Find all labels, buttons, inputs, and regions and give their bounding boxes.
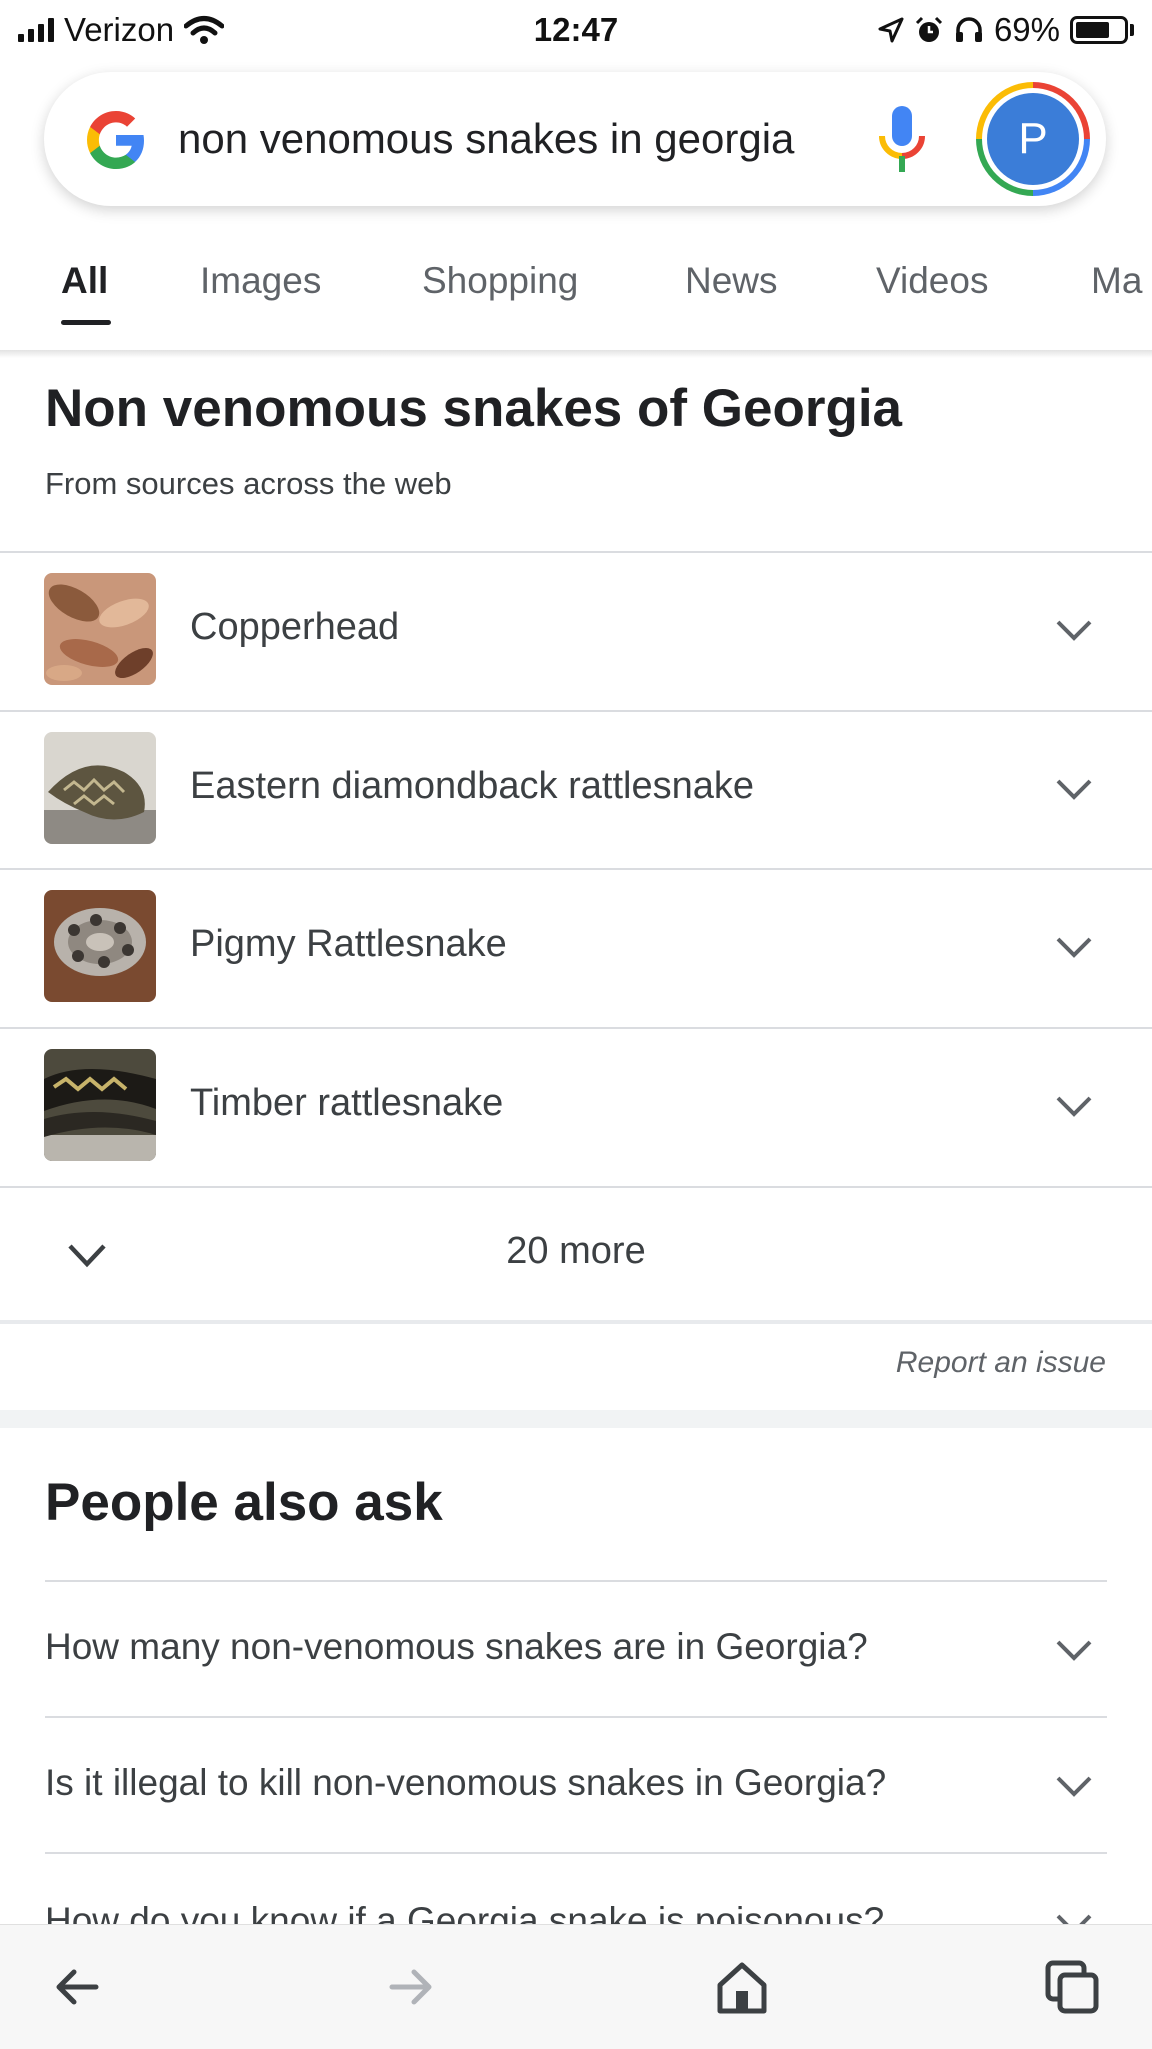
divider <box>0 1320 1152 1324</box>
forward-arrow-icon[interactable] <box>382 1959 438 2015</box>
tabs-icon[interactable] <box>1044 1959 1100 2015</box>
tab-videos[interactable]: Videos <box>876 260 988 302</box>
tab-images[interactable]: Images <box>200 260 321 302</box>
headphones-icon <box>955 17 982 42</box>
section-separator <box>0 1410 1152 1428</box>
show-more-button[interactable]: 20 more <box>0 1188 1152 1320</box>
list-subtitle: From sources across the web <box>45 466 452 501</box>
account-avatar[interactable]: P <box>976 82 1090 196</box>
tab-all[interactable]: All <box>61 260 108 302</box>
list-item-label: Pigmy Rattlesnake <box>190 923 507 965</box>
chevron-down-icon <box>1056 620 1092 641</box>
alarm-icon <box>915 16 942 42</box>
copperhead-thumbnail <box>44 573 156 685</box>
paa-question-text: Is it illegal to kill non-venomous snake… <box>45 1762 887 1803</box>
list-item-pigmy-rattlesnake[interactable]: Pigmy Rattlesnake <box>0 869 1152 1027</box>
mic-icon[interactable] <box>874 104 930 176</box>
list-item-copperhead[interactable]: Copperhead <box>0 552 1152 710</box>
search-bar[interactable]: non venomous snakes in georgia P <box>44 72 1106 206</box>
bottom-toolbar <box>0 1924 1152 2049</box>
chevron-down-icon <box>1056 779 1092 800</box>
search-query[interactable]: non venomous snakes in georgia <box>178 110 794 168</box>
people-also-ask-title: People also ask <box>45 1473 443 1532</box>
home-icon[interactable] <box>714 1959 770 2015</box>
chevron-down-icon <box>1056 1776 1092 1797</box>
chevron-down-icon <box>1056 937 1092 958</box>
battery-icon <box>1070 16 1128 44</box>
list-item-label: Copperhead <box>190 606 400 648</box>
back-arrow-icon[interactable] <box>50 1959 106 2015</box>
show-more-label: 20 more <box>506 1230 646 1272</box>
avatar-letter: P <box>987 93 1079 185</box>
chevron-down-icon <box>1056 1096 1092 1117</box>
battery-percent: 69% <box>993 11 1060 48</box>
status-bar: Verizon 12:47 69% <box>0 0 1152 60</box>
list-title: Non venomous snakes of Georgia <box>45 379 903 438</box>
location-arrow-icon <box>878 17 904 43</box>
tabs-divider <box>0 350 1152 358</box>
tab-shopping[interactable]: Shopping <box>422 260 578 302</box>
diamondback-thumbnail <box>44 732 156 844</box>
active-tab-indicator <box>61 320 111 325</box>
list-item-eastern-diamondback[interactable]: Eastern diamondback rattlesnake <box>0 711 1152 869</box>
list-item-label: Timber rattlesnake <box>190 1082 504 1124</box>
tab-maps[interactable]: Ma <box>1091 260 1142 302</box>
chevron-down-icon <box>1056 1640 1092 1661</box>
divider <box>45 1716 1107 1718</box>
divider <box>45 1580 1107 1582</box>
list-item-timber-rattlesnake[interactable]: Timber rattlesnake <box>0 1028 1152 1186</box>
pigmy-rattlesnake-thumbnail <box>44 890 156 1002</box>
timber-rattlesnake-thumbnail <box>44 1049 156 1161</box>
paa-question-text: How many non-venomous snakes are in Geor… <box>45 1626 868 1667</box>
search-tabs: All Images Shopping News Videos Ma <box>0 230 1152 354</box>
report-issue-link[interactable]: Report an issue <box>896 1346 1106 1380</box>
google-logo-icon <box>87 111 144 169</box>
list-item-label: Eastern diamondback rattlesnake <box>190 765 754 807</box>
status-right: 69% <box>878 8 1134 52</box>
tab-news[interactable]: News <box>685 260 778 302</box>
divider <box>45 1852 1107 1854</box>
